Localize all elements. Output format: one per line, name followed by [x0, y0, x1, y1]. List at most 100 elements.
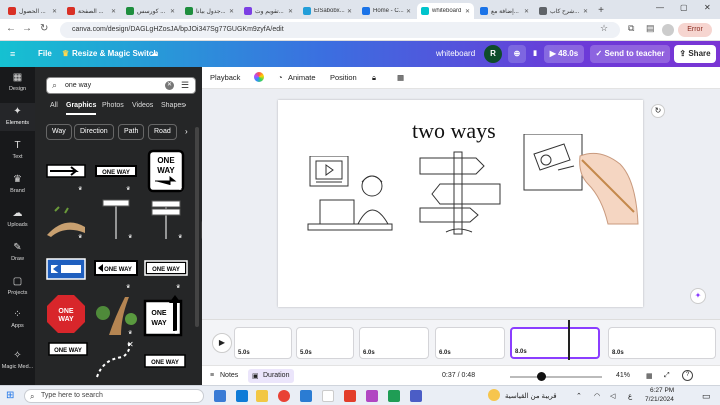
file-explorer-icon[interactable] — [256, 390, 268, 402]
app-icon[interactable] — [410, 390, 422, 402]
share-button[interactable]: ⇪ Share — [674, 45, 716, 63]
rail-item-draw[interactable]: ✎ Draw — [0, 243, 35, 263]
browser-tab[interactable]: جدول بيانا... ✕ — [181, 3, 238, 19]
refresh-suggestion-icon[interactable]: ↻ — [651, 104, 665, 118]
graphic-arrow-right[interactable]: ♛ — [45, 149, 87, 193]
rail-item-elements[interactable]: ✦ Elements — [0, 103, 35, 131]
rail-item-apps[interactable]: ⁘ Apps — [0, 310, 35, 330]
app-icon[interactable] — [366, 390, 378, 402]
weather-icon[interactable] — [488, 389, 500, 401]
close-icon[interactable]: ✕ — [111, 8, 116, 15]
graphic-arrow-left-blue[interactable] — [45, 247, 87, 291]
word-icon[interactable] — [300, 390, 312, 402]
tab-videos[interactable]: Videos — [132, 102, 153, 109]
edge-icon[interactable] — [236, 390, 248, 402]
help-icon[interactable]: ? — [682, 370, 693, 381]
stats-icon[interactable]: ▮ — [530, 45, 540, 63]
maximize-icon[interactable]: ▢ — [680, 3, 688, 12]
browser-tab[interactable]: شرح كاب... ✕ — [535, 3, 592, 19]
chevron-right-icon[interactable]: › — [184, 102, 186, 109]
notes-button[interactable]: Notes — [220, 372, 238, 379]
play-icon[interactable]: ▶ — [212, 333, 232, 353]
close-icon[interactable]: ✕ — [52, 8, 57, 15]
graphic-one-way-sign-small[interactable]: ONE WAY — [45, 341, 88, 385]
url-field[interactable]: canva.com/design/DAGLgHZosJA/bpJOi347Sg7… — [60, 22, 620, 38]
graphic-one-way-outline[interactable]: ONE WAY ♛ — [143, 247, 188, 291]
browser-tab-active[interactable]: whiteboard ✕ — [417, 3, 474, 19]
illustration-hand-drawing[interactable] — [522, 134, 642, 234]
rail-item-magic-media[interactable]: ✧ Magic Med... — [0, 351, 35, 371]
tray-arrow-icon[interactable]: ⌃ — [576, 392, 582, 400]
chip-direction[interactable]: Direction — [74, 124, 114, 140]
file-menu[interactable]: File — [38, 49, 52, 58]
browser-tab[interactable]: Home - C... ✕ — [358, 3, 415, 19]
timeline-clip[interactable]: 6.0s — [435, 327, 505, 359]
clock-date[interactable]: 7/21/2024 — [645, 396, 674, 403]
browser-tab[interactable]: تقويم وت... ✕ — [240, 3, 297, 19]
slide-page[interactable]: two ways — [278, 100, 643, 307]
position-button[interactable]: Position — [330, 73, 357, 82]
rail-item-projects[interactable]: ▢ Projects — [0, 277, 35, 297]
profile-avatar[interactable] — [662, 24, 674, 36]
excel-icon[interactable] — [388, 390, 400, 402]
lock-icon[interactable]: 🔒︎ — [372, 73, 376, 83]
volume-icon[interactable]: ◁ — [610, 392, 615, 400]
graphic-one-way-sign[interactable]: ONE WAY ♛ — [93, 149, 137, 193]
graphic-forest-path[interactable]: ♛ — [95, 293, 137, 337]
browser-tab[interactable]: الحصول ... ✕ — [4, 3, 61, 19]
rail-item-brand[interactable]: ♛ Brand — [0, 175, 35, 195]
browser-tab[interactable]: كورسس ... ✕ — [122, 3, 179, 19]
timeline-clip[interactable]: 5.0s — [296, 327, 354, 359]
close-icon[interactable]: ✕ — [465, 8, 470, 15]
error-badge[interactable]: Error — [678, 23, 712, 37]
tab-shapes[interactable]: Shapes — [161, 102, 185, 109]
tab-all[interactable]: All — [50, 102, 58, 109]
task-view-icon[interactable] — [214, 390, 226, 402]
document-title[interactable]: whiteboard — [436, 49, 475, 58]
illustration-signpost[interactable] — [416, 148, 506, 238]
close-icon[interactable]: ✕ — [583, 8, 588, 15]
timeline-clip[interactable]: 6.0s — [359, 327, 429, 359]
graphic-one-way-arrow-up[interactable]: ONE WAY ♛ — [141, 293, 183, 337]
close-icon[interactable]: ✕ — [347, 8, 352, 15]
fullscreen-icon[interactable]: ⤢ — [664, 372, 670, 380]
play-presentation-button[interactable]: ▶ 48.0s — [544, 45, 584, 63]
zoom-level[interactable]: 41% — [616, 372, 630, 379]
graphic-one-way-octagon[interactable]: ONE WAY — [45, 293, 87, 337]
close-icon[interactable]: ✕ — [170, 8, 175, 15]
resize-magic-switch-button[interactable]: Resize & Magic Switch — [72, 49, 158, 58]
notifications-icon[interactable]: ▭ — [702, 391, 711, 402]
graphic-one-way-square[interactable]: ONE WAY ♛ — [145, 149, 187, 193]
graphic-one-way-bold[interactable]: ONE WAY ♛ — [93, 247, 138, 291]
send-to-teacher-button[interactable]: ✓ Send to teacher — [590, 45, 670, 63]
weather-text[interactable]: قريبة من القياسية — [505, 392, 557, 400]
rail-item-design[interactable]: ▦ Design — [0, 73, 35, 93]
slide-title[interactable]: two ways — [412, 118, 496, 144]
zoom-slider[interactable] — [510, 376, 602, 378]
forward-icon[interactable]: → — [22, 23, 32, 34]
new-tab-button[interactable]: + — [594, 4, 608, 18]
graphic-dirt-road[interactable]: ♛ — [45, 197, 87, 241]
add-people-icon[interactable]: ⊕ — [508, 45, 526, 63]
browser-tab[interactable]: الصفحة ... ✕ — [63, 3, 120, 19]
filter-icon[interactable]: ☰ — [181, 80, 189, 91]
tab-photos[interactable]: Photos — [102, 102, 124, 109]
pages-grid-icon[interactable]: ▦ — [646, 372, 653, 380]
graphic-one-way-post[interactable]: ♛ — [95, 197, 137, 241]
close-icon[interactable]: ✕ — [288, 8, 293, 15]
rail-item-uploads[interactable]: ☁ Uploads — [0, 209, 35, 229]
color-picker-icon[interactable] — [254, 72, 264, 82]
playback-button[interactable]: Playback — [210, 73, 240, 82]
avatar[interactable]: R — [484, 45, 502, 63]
app-icon[interactable] — [322, 390, 334, 402]
browser-tab[interactable]: إضافة مع... ✕ — [476, 3, 533, 19]
bookmark-star-icon[interactable]: ☆ — [600, 23, 608, 34]
language-indicator[interactable]: ع — [628, 392, 632, 400]
minimize-icon[interactable]: — — [656, 3, 664, 12]
taskbar-search-input[interactable]: ⌕ Type here to search — [24, 389, 204, 403]
reload-icon[interactable]: ↻ — [40, 23, 48, 34]
timeline-clip-selected[interactable]: 8.0s — [510, 327, 600, 359]
powerpoint-icon[interactable] — [344, 390, 356, 402]
close-icon[interactable]: ✕ — [406, 8, 411, 15]
illustration-person-video[interactable] — [306, 156, 396, 240]
